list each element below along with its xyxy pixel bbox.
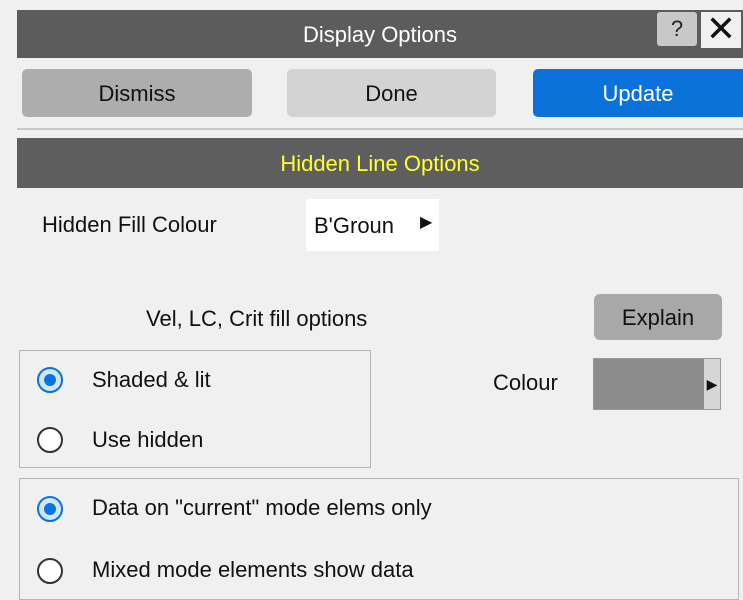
mode-radio-group: Data on "current" mode elems only Mixed … [19,478,739,600]
dismiss-button[interactable]: Dismiss [22,69,252,117]
dropdown-arrow-icon: ▶ [420,214,433,231]
data-current-mode-label: Data on "current" mode elems only [92,495,432,520]
mixed-mode-label: Mixed mode elements show data [92,557,414,582]
done-button[interactable]: Done [287,69,496,117]
title-bar: Display Options [17,10,743,58]
section-header: Hidden Line Options [17,138,743,188]
radio-shaded-lit[interactable] [37,367,63,393]
radio-mixed-mode[interactable] [37,558,63,584]
close-button[interactable]: ✕ [701,11,741,48]
dropdown-arrow-icon: ▶ [704,359,720,409]
update-button[interactable]: Update [533,69,743,117]
fill-options-label: Vel, LC, Crit fill options [146,306,368,331]
divider [17,128,743,130]
shaded-lit-label: Shaded & lit [92,367,211,392]
colour-label: Colour [493,370,558,395]
shading-radio-group: Shaded & lit Use hidden [19,350,371,468]
radio-use-hidden[interactable] [37,427,63,453]
use-hidden-label: Use hidden [92,427,204,452]
explain-button[interactable]: Explain [594,294,722,340]
radio-data-current-mode[interactable] [37,496,63,522]
close-icon: ✕ [705,8,737,49]
help-button[interactable]: ? [657,12,697,46]
hidden-fill-colour-label: Hidden Fill Colour [42,212,217,237]
hidden-fill-colour-dropdown[interactable]: B'Groun ▶ [306,199,439,251]
colour-dropdown[interactable]: ▶ [593,358,721,410]
hidden-fill-colour-value: B'Groun [314,213,395,238]
window-title: Display Options [302,22,458,47]
